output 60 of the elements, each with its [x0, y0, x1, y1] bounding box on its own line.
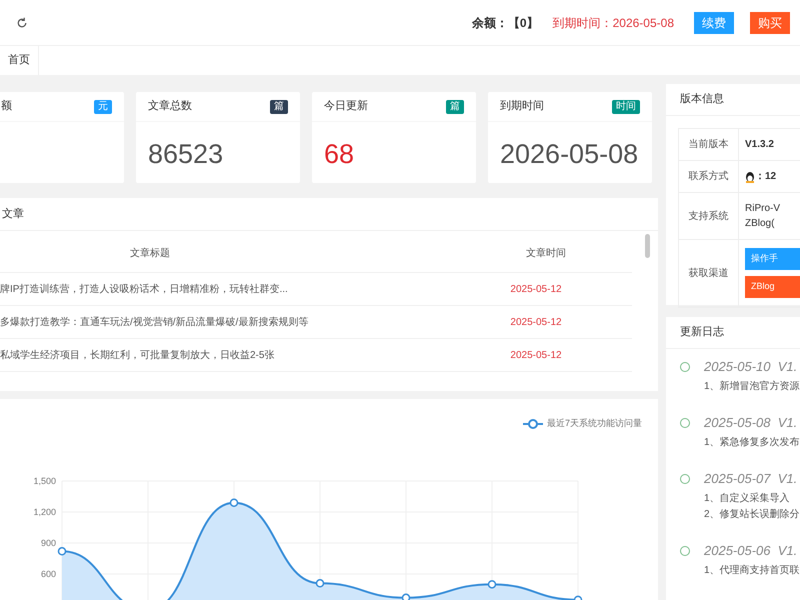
- log-heading: 2025-05-07 V1.: [704, 470, 798, 488]
- data-point[interactable]: [402, 594, 410, 600]
- log-line: 1、自定义采集导入: [703, 492, 791, 506]
- row-label: 联系方式: [679, 161, 739, 192]
- penguin-icon: [745, 170, 755, 182]
- card-title: 今日更新: [324, 98, 368, 114]
- row-value: RiPro-V ZBlog(: [745, 202, 782, 232]
- panel-title: 版本信息: [680, 92, 724, 108]
- column-header: 文章标题: [129, 246, 171, 261]
- row-label: 获取渠道: [679, 240, 739, 306]
- article-title[interactable]: 多爆款打造教学：直通车玩法/视觉营销/新品流量爆破/最新搜索规则等: [0, 314, 440, 330]
- data-point[interactable]: [488, 580, 496, 589]
- y-tick-label: 900: [40, 538, 56, 548]
- card-badge: 篇: [446, 100, 464, 114]
- card-badge: 时间: [612, 100, 640, 114]
- balance-label: 余额：: [472, 14, 508, 32]
- card-badge: 元: [94, 100, 112, 114]
- refresh-icon[interactable]: [16, 16, 28, 28]
- article-title[interactable]: 私域学生经济项目，长期红利，可批量复制放大，日收益2-5张: [0, 348, 440, 362]
- buy-button[interactable]: 购买: [750, 12, 790, 34]
- contact-value: ：12: [755, 171, 776, 182]
- card-value: 86523: [148, 139, 224, 169]
- row-value: V1.3.2: [745, 139, 774, 150]
- manual-button[interactable]: 操作手: [745, 248, 800, 270]
- article-date: 2025-05-12: [509, 348, 563, 362]
- card-badge: 篇: [270, 100, 288, 114]
- log-line: 1、代理商支持首页联: [703, 564, 800, 578]
- log-line: 1、紧急修复多次发布: [703, 436, 800, 450]
- column-header: 文章时间: [525, 246, 567, 261]
- article-title[interactable]: 牌IP打造训练营，打造人设吸粉话术，日增精准粉，玩转社群变...: [0, 282, 440, 296]
- data-point[interactable]: [574, 596, 582, 600]
- y-tick-label: 600: [40, 569, 56, 579]
- download-button[interactable]: ZBlog: [745, 276, 800, 298]
- legend-label[interactable]: 最近7天系统功能访问量: [546, 417, 642, 430]
- expiry-date: 到期时间：2026-05-08: [552, 14, 674, 32]
- data-point[interactable]: [316, 579, 324, 588]
- card-title: 到期时间: [500, 99, 544, 114]
- log-heading: 2025-05-06 V1.: [704, 542, 798, 560]
- panel-title: 更新日志: [680, 324, 724, 340]
- card-value: 68: [324, 139, 354, 169]
- data-point[interactable]: [58, 547, 66, 556]
- log-line: 2、修复站长误删除分: [703, 508, 800, 522]
- log-heading: 2025-05-08 V1.: [704, 414, 798, 432]
- panel-title: 文章: [2, 206, 24, 222]
- card-title: 额: [1, 98, 12, 114]
- y-tick-label: 1,500: [33, 476, 56, 486]
- row-label: 支持系统: [679, 193, 739, 240]
- scrollbar-thumb[interactable]: [645, 234, 650, 258]
- row-label: 当前版本: [679, 129, 739, 160]
- article-date: 2025-05-12: [509, 316, 563, 330]
- legend-icon[interactable]: [522, 418, 543, 429]
- log-heading: 2025-05-10 V1.: [704, 358, 798, 376]
- data-point[interactable]: [230, 498, 238, 507]
- card-value: 2026-05-08: [500, 139, 638, 169]
- renew-button[interactable]: 续费: [694, 12, 734, 34]
- article-date: 2025-05-12: [509, 282, 563, 296]
- card-title: 文章总数: [148, 98, 192, 114]
- balance-value: 【0】: [508, 14, 539, 32]
- y-tick-label: 1,200: [33, 507, 56, 517]
- log-line: 1、新增冒泡官方资源: [703, 380, 800, 394]
